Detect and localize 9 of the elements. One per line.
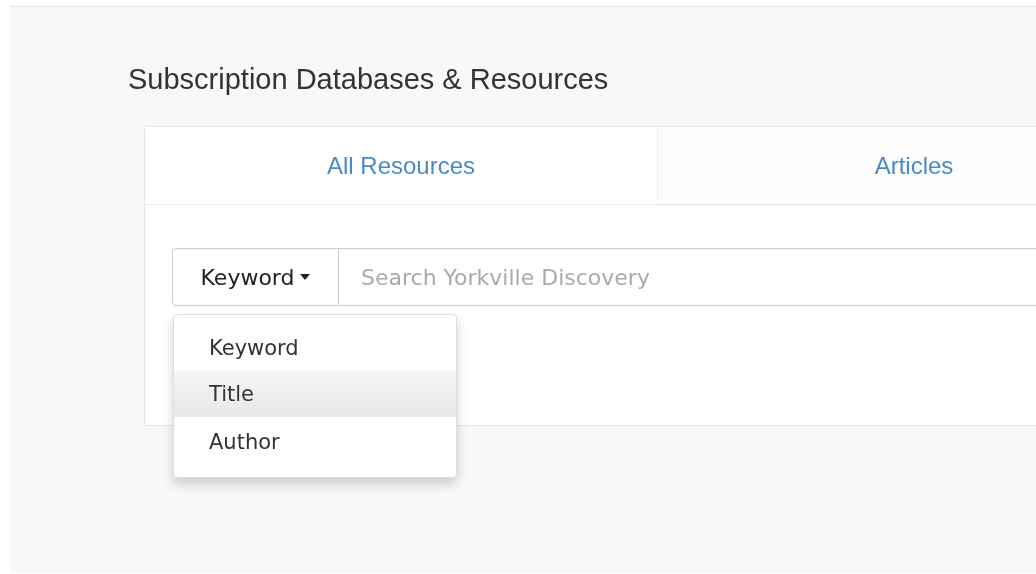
menu-item[interactable]: Title (174, 371, 456, 417)
tab[interactable]: Articles (657, 127, 1036, 205)
caret-icon (300, 274, 311, 280)
menu-item[interactable]: Keyword (174, 325, 456, 371)
search-field-dropdown[interactable]: Keyword (172, 248, 339, 306)
tab[interactable]: All Resources (145, 127, 657, 205)
menu-item[interactable]: Author (174, 417, 456, 467)
search-input[interactable]: Search Yorkville Discovery (339, 248, 1036, 306)
page-heading: Subscription Databases & Resources (128, 63, 610, 96)
